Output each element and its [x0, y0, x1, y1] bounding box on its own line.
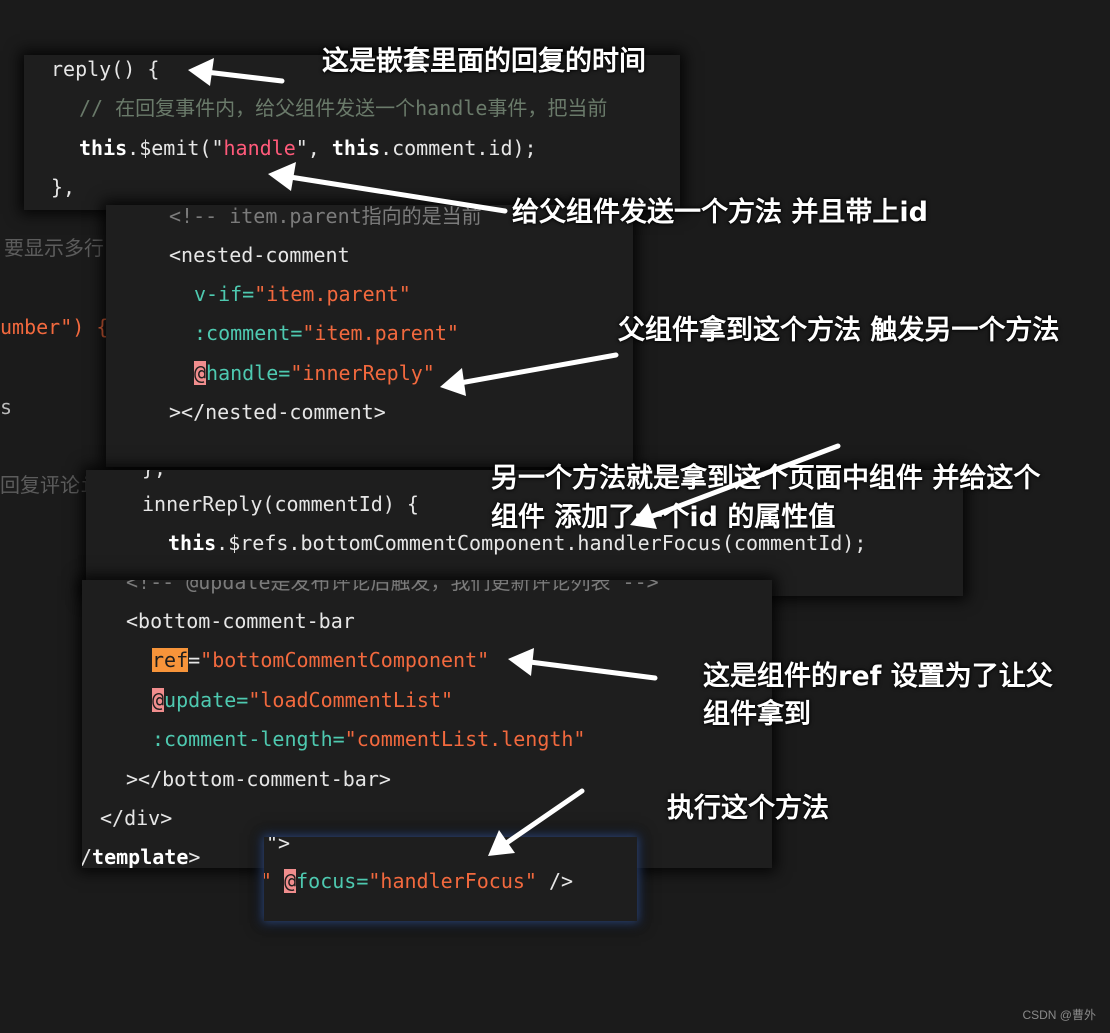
- arrow-icon: [488, 830, 515, 856]
- arrow-icon: [287, 174, 508, 214]
- arrow-icon: [268, 162, 296, 191]
- arrow-icon: [440, 368, 466, 396]
- arrow-icon: [508, 648, 534, 676]
- arrow-icon: [502, 788, 585, 847]
- watermark: CSDN @曹外: [1022, 1008, 1096, 1022]
- arrow-icon: [647, 443, 841, 520]
- arrow-icon: [188, 58, 214, 86]
- annotation-arrows: [188, 58, 841, 856]
- arrow-icon: [457, 352, 619, 386]
- arrow-icon: [527, 659, 658, 681]
- arrow-icon: [203, 69, 285, 84]
